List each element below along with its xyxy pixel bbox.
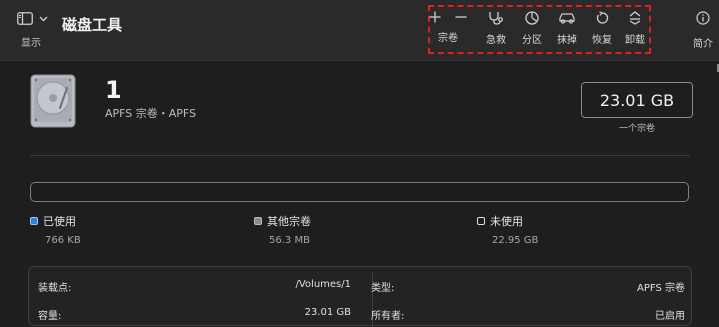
mount-point-value: /Volumes/1 bbox=[295, 279, 351, 290]
owner-label: 所有者: bbox=[371, 311, 405, 322]
legend-used-label: 已使用 bbox=[43, 215, 76, 228]
volume-tool-label: 宗卷 bbox=[438, 33, 458, 44]
volume-size-box: 23.01 GB bbox=[581, 82, 693, 118]
volume-size: 23.01 GB bbox=[599, 90, 675, 110]
first-aid-label: 急救 bbox=[486, 35, 506, 46]
sidebar-toggle-button[interactable]: 显示 bbox=[17, 12, 48, 49]
legend-other-volumes: 其他宗卷 56.3 MB bbox=[254, 213, 311, 246]
capacity-label: 容量: bbox=[38, 311, 62, 322]
used-swatch bbox=[30, 217, 38, 225]
divider bbox=[30, 155, 690, 156]
unmount-icon bbox=[629, 11, 641, 25]
volume-size-caption: 一个宗卷 bbox=[618, 124, 655, 134]
sidebar-icon bbox=[17, 12, 33, 25]
legend-used: 已使用 766 KB bbox=[30, 213, 81, 246]
toolbar-action-group: 宗卷 急救 分区 抹掉 恢复 卸载 bbox=[428, 5, 651, 54]
legend-free-value: 22.95 GB bbox=[492, 235, 539, 246]
add-volume-icon[interactable] bbox=[429, 11, 441, 23]
hard-disk-icon bbox=[30, 74, 76, 128]
free-swatch bbox=[477, 217, 485, 225]
erase-icon bbox=[559, 13, 575, 24]
legend-other-label: 其他宗卷 bbox=[267, 215, 311, 228]
other-volumes-swatch bbox=[254, 217, 262, 225]
legend-free: 未使用 22.95 GB bbox=[477, 213, 538, 246]
info-button[interactable]: 简介 bbox=[688, 10, 718, 50]
volume-subtitle: APFS 宗卷・APFS bbox=[105, 107, 197, 120]
restore-button[interactable]: 恢复 bbox=[587, 11, 617, 55]
capacity-value: 23.01 GB bbox=[304, 307, 351, 318]
toolbar: 显示 磁盘工具 宗卷 急救 分区 抹掉 恢复 卸载 简介 bbox=[0, 0, 719, 61]
restore-icon bbox=[596, 11, 609, 24]
volume-name: 1 bbox=[105, 76, 122, 104]
volume-tool: 宗卷 bbox=[428, 11, 468, 55]
first-aid-button[interactable]: 急救 bbox=[481, 11, 511, 55]
type-label: 类型: bbox=[371, 283, 395, 294]
info-label: 简介 bbox=[693, 39, 713, 50]
legend-free-label: 未使用 bbox=[490, 215, 523, 228]
info-icon bbox=[696, 11, 710, 25]
sidebar-toggle-label: 显示 bbox=[21, 38, 41, 49]
owner-value: 已启用 bbox=[655, 311, 685, 322]
unmount-button[interactable]: 卸载 bbox=[620, 11, 650, 55]
usage-bar bbox=[30, 182, 689, 202]
chevron-down-icon bbox=[39, 16, 48, 21]
app-title: 磁盘工具 bbox=[62, 16, 123, 34]
stethoscope-icon bbox=[489, 12, 503, 25]
legend-used-value: 766 KB bbox=[45, 235, 81, 246]
type-value: APFS 宗卷 bbox=[637, 283, 685, 294]
partition-label: 分区 bbox=[522, 35, 542, 46]
erase-button[interactable]: 抹掉 bbox=[552, 11, 582, 55]
pie-chart-icon bbox=[525, 11, 539, 25]
legend-other-value: 56.3 MB bbox=[269, 235, 310, 246]
remove-volume-icon[interactable] bbox=[455, 11, 467, 23]
mount-point-label: 装载点: bbox=[38, 283, 72, 294]
unmount-label: 卸载 bbox=[625, 35, 645, 46]
erase-label: 抹掉 bbox=[557, 35, 577, 46]
restore-label: 恢复 bbox=[592, 35, 612, 46]
info-panel: 装载点: /Volumes/1 类型: APFS 宗卷 容量: 23.01 GB… bbox=[28, 266, 692, 327]
partition-button[interactable]: 分区 bbox=[517, 11, 547, 55]
